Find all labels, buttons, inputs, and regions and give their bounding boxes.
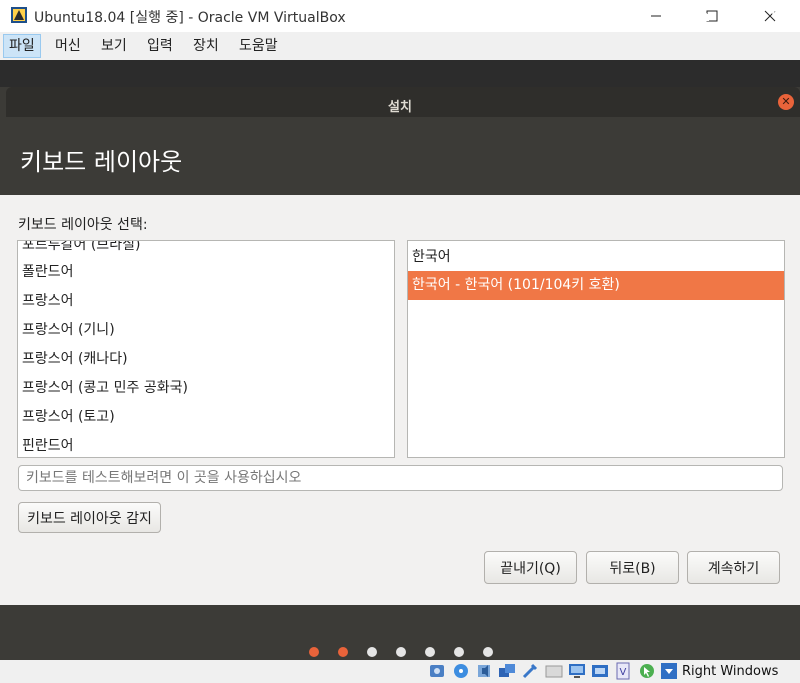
menu-input[interactable]: 입력 [142,35,178,57]
progress-dot [396,647,406,657]
list-item-selected[interactable]: 한국어 - 한국어 (101/104키 호환) [408,271,784,300]
network-icon[interactable] [692,5,710,22]
menu-view[interactable]: 보기 [96,35,132,57]
power-menu-icon[interactable] [770,5,788,22]
list-item[interactable]: 프랑스어 [18,287,394,316]
vt-x-icon[interactable]: V [614,662,632,680]
volume-icon[interactable] [721,5,739,22]
close-icon: ✕ [781,95,791,108]
list-item[interactable]: 한국어 [408,243,784,272]
hard-disk-icon[interactable] [428,662,446,680]
shared-folders-icon[interactable] [545,662,563,680]
battery-icon[interactable] [750,5,764,22]
list-item[interactable]: 핀란드어 [18,432,394,457]
keyboard-capture-icon[interactable] [660,662,678,680]
menu-bar: 파일 머신 보기 입력 장치 도움말 [0,32,800,60]
progress-dot [309,647,319,657]
keyboard-test-input[interactable] [18,465,783,491]
continue-button[interactable]: 계속하기 [687,551,780,584]
progress-dot [483,647,493,657]
usb-icon[interactable] [521,662,539,680]
variant-list[interactable]: 한국어 한국어 - 한국어 (101/104키 호환) [407,240,785,458]
video-capture-icon[interactable] [591,662,609,680]
display-icon[interactable] [568,662,586,680]
vm-status-bar [0,660,800,683]
layout-prompt-label: 키보드 레이아웃 선택: [18,217,148,233]
list-item[interactable]: 폴란드어 [18,258,394,287]
quit-button[interactable]: 끝내기(Q) [484,551,577,584]
progress-dot [425,647,435,657]
menu-machine[interactable]: 머신 [50,35,86,57]
progress-dot [367,647,377,657]
list-item[interactable]: 프랑스어 (캐나다) [18,345,394,374]
svg-text:V: V [620,667,627,678]
menu-devices[interactable]: 장치 [188,35,224,57]
page-title: 키보드 레이아웃 [20,148,183,176]
list-item[interactable]: 프랑스어 (토고) [18,403,394,432]
audio-icon[interactable] [476,662,494,680]
mouse-integration-icon[interactable] [638,662,656,680]
menu-help[interactable]: 도움말 [234,35,283,57]
layout-list[interactable]: 포르투갈어 (브라질) 폴란드어 프랑스어 프랑스어 (기니) 프랑스어 (캐나… [17,240,395,458]
list-item[interactable]: 프랑스어 (콩고 민주 공화국) [18,374,394,403]
detect-layout-button[interactable]: 키보드 레이아웃 감지 [18,502,161,533]
host-key-label: Right Windows [682,664,779,679]
menu-file[interactable]: 파일 [3,34,41,58]
list-item[interactable]: 포르투갈어 (브라질) [18,241,394,260]
network-adapter-icon[interactable] [498,662,516,680]
list-item[interactable]: 프랑스어 (기니) [18,316,394,345]
clock[interactable]: Fri 03:0 [0,5,800,20]
dialog-close-button[interactable]: ✕ [778,94,794,110]
optical-drive-icon[interactable] [452,662,470,680]
progress-dot [454,647,464,657]
dialog-title: 설치 [388,100,412,115]
back-button[interactable]: 뒤로(B) [586,551,679,584]
progress-dot [338,647,348,657]
guest-top-panel [0,60,800,87]
